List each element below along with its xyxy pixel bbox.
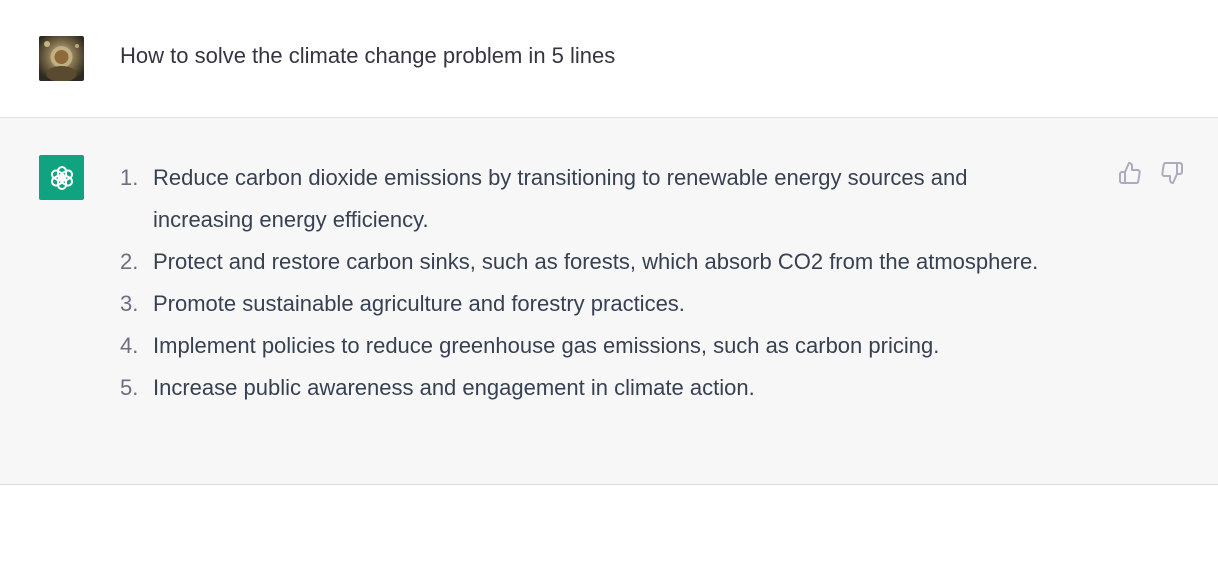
list-item-text: Promote sustainable agriculture and fore… [153,291,685,316]
list-item-text: Increase public awareness and engagement… [153,375,755,400]
list-item: 4. Implement policies to reduce greenhou… [120,325,1060,367]
list-item: 5. Increase public awareness and engagem… [120,367,1060,409]
thumbs-up-button[interactable] [1117,160,1143,186]
list-item-number: 4. [120,333,139,358]
openai-logo-icon [39,155,84,200]
list-item-text: Reduce carbon dioxide emissions by trans… [153,165,968,232]
thumbs-down-icon [1161,162,1183,184]
list-item-number: 1. [120,165,139,190]
list-item: 3. Promote sustainable agriculture and f… [120,283,1060,325]
answer-list: 1. Reduce carbon dioxide emissions by tr… [120,157,1060,409]
list-item-number: 5. [120,375,139,400]
list-item-text: Implement policies to reduce greenhouse … [153,333,940,358]
thumbs-up-icon [1119,162,1141,184]
user-message-text: How to solve the climate change problem … [120,43,616,68]
user-avatar [39,36,84,81]
list-item-number: 2. [120,249,139,274]
assistant-message-row: 1. Reduce carbon dioxide emissions by tr… [0,118,1218,485]
list-item: 2. Protect and restore carbon sinks, suc… [120,241,1060,283]
list-item-text: Protect and restore carbon sinks, such a… [153,249,1039,274]
list-item-number: 3. [120,291,139,316]
list-item: 1. Reduce carbon dioxide emissions by tr… [120,157,1060,241]
thumbs-down-button[interactable] [1159,160,1185,186]
user-message-row: How to solve the climate change problem … [0,0,1218,118]
